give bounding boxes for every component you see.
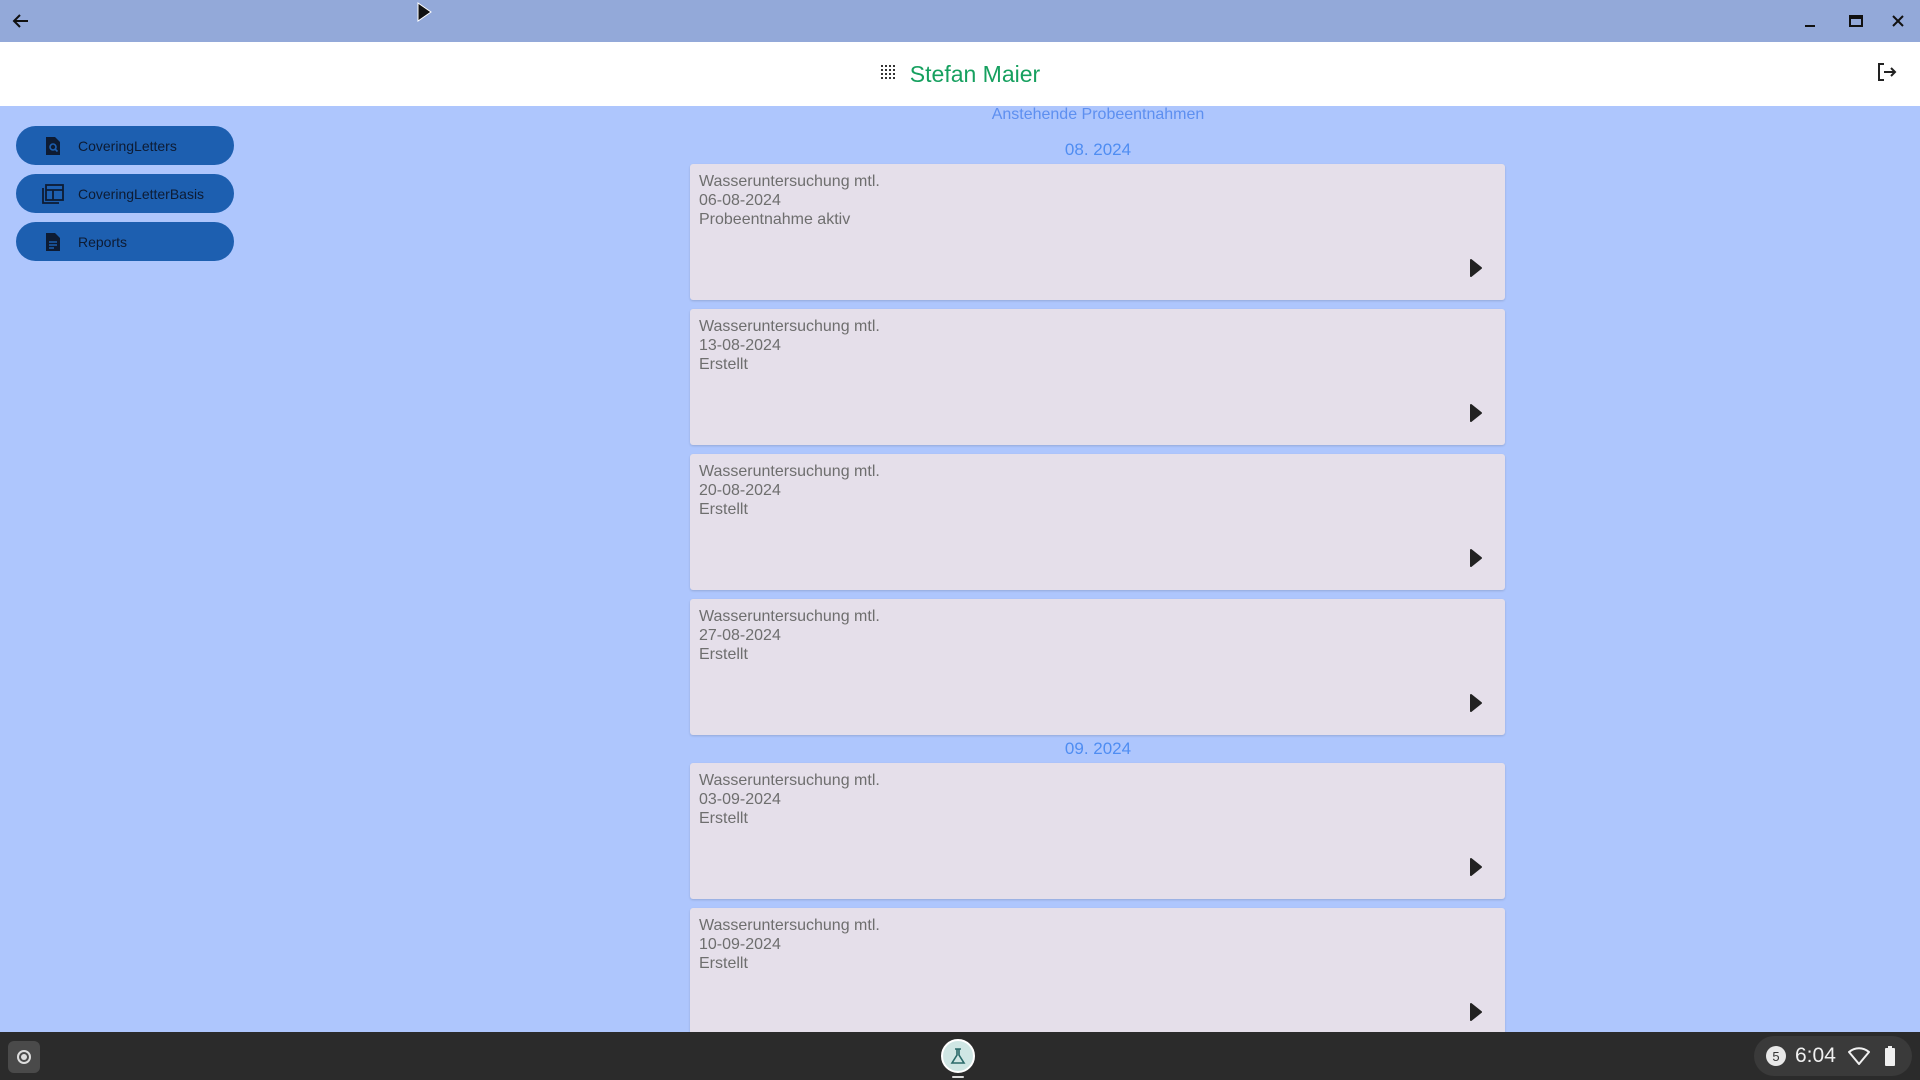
sidebar-item-label: Reports: [78, 233, 128, 250]
close-icon[interactable]: [1883, 6, 1913, 36]
month-header: 08. 2024: [1064, 140, 1132, 159]
list-item[interactable]: Wasseruntersuchung mtl. 27-08-2024 Erste…: [690, 599, 1505, 735]
month-header: 09. 2024: [1064, 739, 1132, 758]
grid-icon: [880, 64, 896, 85]
sidebar-item-covering-letters[interactable]: CoveringLetters: [16, 126, 234, 165]
mouse-cursor-icon: [416, 2, 434, 22]
item-status: Erstellt: [699, 501, 748, 518]
app-shelf-icon[interactable]: [941, 1039, 975, 1073]
item-title: Wasseruntersuchung mtl.: [699, 173, 880, 190]
sidebar-item-covering-letter-basis[interactable]: CoveringLetterBasis: [16, 174, 234, 213]
list-item[interactable]: Wasseruntersuchung mtl. 20-08-2024 Erste…: [690, 454, 1505, 590]
play-icon[interactable]: [1469, 258, 1483, 278]
item-title: Wasseruntersuchung mtl.: [699, 318, 880, 335]
item-title: Wasseruntersuchung mtl.: [699, 608, 880, 625]
item-status: Erstellt: [699, 356, 748, 373]
item-title: Wasseruntersuchung mtl.: [699, 463, 880, 480]
logout-icon[interactable]: [1874, 60, 1902, 88]
list-item[interactable]: Wasseruntersuchung mtl. 10-09-2024 Erste…: [690, 908, 1505, 1044]
list-item[interactable]: Wasseruntersuchung mtl. 13-08-2024 Erste…: [690, 309, 1505, 445]
item-status: Erstellt: [699, 646, 748, 663]
item-status: Erstellt: [699, 955, 748, 972]
sidebar-item-label: CoveringLetterBasis: [78, 185, 205, 202]
item-status: Probeentnahme aktiv: [699, 211, 851, 228]
minimize-icon[interactable]: [1795, 6, 1825, 36]
launcher-icon[interactable]: [8, 1041, 40, 1073]
user-name: Stefan Maier: [909, 60, 1041, 87]
clock: 6:04: [1795, 1044, 1836, 1067]
item-title: Wasseruntersuchung mtl.: [699, 917, 880, 934]
item-date: 03-09-2024: [699, 791, 781, 808]
play-icon[interactable]: [1469, 693, 1483, 713]
window-title-bar: [0, 0, 1920, 42]
document-search-icon: [42, 135, 64, 157]
battery-icon: [1884, 1046, 1896, 1066]
taskbar: 5 6:04: [0, 1032, 1920, 1080]
app-bar: Stefan Maier: [0, 42, 1920, 106]
status-tray[interactable]: 5 6:04: [1754, 1036, 1912, 1076]
page-title: Anstehende Probeentnahmen: [991, 106, 1205, 123]
item-title: Wasseruntersuchung mtl.: [699, 772, 880, 789]
item-date: 13-08-2024: [699, 337, 781, 354]
sidebar-item-label: CoveringLetters: [78, 137, 177, 154]
wifi-icon: [1847, 1047, 1870, 1065]
play-icon[interactable]: [1469, 1002, 1483, 1022]
maximize-icon[interactable]: [1841, 6, 1871, 36]
item-date: 20-08-2024: [699, 482, 781, 499]
item-date: 27-08-2024: [699, 627, 781, 644]
report-icon: [42, 231, 64, 253]
play-icon[interactable]: [1469, 548, 1483, 568]
item-date: 10-09-2024: [699, 936, 781, 953]
notification-badge[interactable]: 5: [1766, 1046, 1786, 1066]
app-bar-title: Stefan Maier: [0, 42, 1920, 106]
item-date: 06-08-2024: [699, 192, 781, 209]
back-icon[interactable]: [6, 6, 36, 36]
play-icon[interactable]: [1469, 403, 1483, 423]
list-item[interactable]: Wasseruntersuchung mtl. 06-08-2024 Probe…: [690, 164, 1505, 300]
sidebar-item-reports[interactable]: Reports: [16, 222, 234, 261]
list-item[interactable]: Wasseruntersuchung mtl. 03-09-2024 Erste…: [690, 763, 1505, 899]
item-status: Erstellt: [699, 810, 748, 827]
template-icon: [42, 183, 64, 205]
active-app-indicator: [952, 1076, 964, 1078]
play-icon[interactable]: [1469, 857, 1483, 877]
